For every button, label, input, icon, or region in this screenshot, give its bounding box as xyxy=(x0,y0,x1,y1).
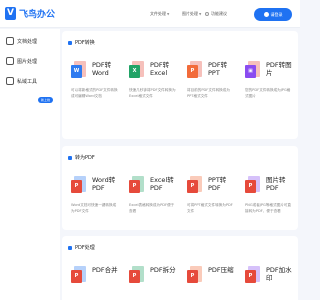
sidebar: 文档处理 图片处理 私域工具 新上线 xyxy=(0,29,60,300)
pdf-compress-icon: P xyxy=(187,266,203,286)
pdf-to-image-icon: ▣ xyxy=(245,61,261,81)
logo[interactable]: V 飞鸟办公 xyxy=(5,7,55,20)
pdf-split-icon: P xyxy=(129,266,145,286)
pdf-to-word-icon: W xyxy=(71,61,87,81)
user-icon xyxy=(263,12,269,17)
tool-description: 可以将新格式的PDF文件转换成可编辑Word文档 xyxy=(71,88,118,98)
tool-name: PDF转Excel xyxy=(150,61,170,77)
nav-label: 功能建议 xyxy=(211,11,227,16)
tool-name: PDF拆分 xyxy=(150,266,176,274)
tool-name: PDF加水印 xyxy=(266,266,292,282)
sidebar-item-image-processing[interactable]: 图片处理 xyxy=(6,57,37,65)
sidebar-item-label: 文档处理 xyxy=(17,38,38,45)
word-to-pdf-icon: P xyxy=(71,176,87,196)
image-icon xyxy=(6,57,14,65)
excel-to-pdf-icon: P xyxy=(129,176,145,196)
ppt-to-pdf-icon: P xyxy=(187,176,203,196)
image-to-pdf-icon: P xyxy=(245,176,261,196)
tools-icon xyxy=(6,77,14,85)
tool-description: PNG或者JPG等格式图片可直接转为PDF，便于查看 xyxy=(245,203,291,213)
login-label: 请登录 xyxy=(270,11,283,17)
pdf-watermark-icon: P xyxy=(245,266,261,286)
section-title-text: PDF转换 xyxy=(75,40,95,46)
tool-description: 将目前的PDF文件转换成为PPT格式文件 xyxy=(187,88,230,98)
tool-name: PDF合并 xyxy=(92,266,118,274)
logo-text: 飞鸟办公 xyxy=(19,10,56,20)
tool-description: 您的PDF文件转换成为JPG格式图片 xyxy=(245,88,291,98)
pdf-merge-icon: P xyxy=(71,266,87,286)
section-marker-icon xyxy=(68,155,72,160)
tool-name: PDF转Word xyxy=(92,61,112,77)
tool-name: Word转PDF xyxy=(92,176,116,192)
nav-label: 图片处理 xyxy=(182,11,198,16)
nav-feature-suggestion[interactable]: 功能建议 xyxy=(205,11,227,17)
login-button[interactable]: 请登录 xyxy=(254,8,292,21)
pdf-to-ppt-icon: P xyxy=(187,61,203,81)
section-title-text: 转为PDF xyxy=(75,155,95,161)
nav-image-processing[interactable]: 图片处理 ▼ xyxy=(182,11,201,17)
new-badge: 新上线 xyxy=(38,97,54,103)
sidebar-item-label: 私域工具 xyxy=(17,78,38,85)
section-convert-to-pdf: 转为PDF P Word转PDF Word文档可快速一键转换成为PDF文件 P … xyxy=(62,146,298,230)
tool-description: 快速几秒钟将PDF文件转换为Excel格式文件 xyxy=(129,88,176,98)
section-pdf-processing: PDF处理 P PDF合并 P PDF拆分 P PDF压缩 P PDF加水印 xyxy=(62,236,298,300)
sidebar-item-document-processing[interactable]: 文档处理 xyxy=(6,37,37,45)
tool-description: 可将PPT格式文件转换为PDF文件 xyxy=(187,203,233,213)
tool-name: PPT转PDF xyxy=(208,176,227,192)
section-title-text: PDF处理 xyxy=(75,245,95,251)
tool-name: Excel转PDF xyxy=(150,176,174,192)
tool-name: PDF转图片 xyxy=(266,61,292,77)
feedback-icon xyxy=(205,12,209,16)
section-title: PDF转换 xyxy=(68,39,95,46)
tool-description: Word文档可快速一键转换成为PDF文件 xyxy=(71,203,117,213)
document-icon xyxy=(6,37,14,45)
sidebar-item-private-tools[interactable]: 私域工具 xyxy=(6,77,37,85)
chevron-down-icon: ▼ xyxy=(167,12,170,16)
section-title: 转为PDF xyxy=(68,154,95,161)
top-navigation-bar: V 飞鸟办公 文件处理 ▼ 图片处理 ▼ 功能建议 请登录 xyxy=(0,0,300,28)
section-pdf-conversion: PDF转换 W PDF转Word 可以将新格式的PDF文件转换成可编辑Word文… xyxy=(62,31,298,139)
tool-name: PDF转PPT xyxy=(208,61,228,77)
section-title: PDF处理 xyxy=(68,244,95,251)
nav-file-processing[interactable]: 文件处理 ▼ xyxy=(150,11,169,17)
pdf-to-excel-icon: X xyxy=(129,61,145,81)
sidebar-item-label: 图片处理 xyxy=(17,58,38,65)
section-marker-icon xyxy=(68,40,72,45)
chevron-down-icon: ▼ xyxy=(199,12,202,16)
nav-label: 文件处理 xyxy=(150,11,166,16)
section-marker-icon xyxy=(68,245,72,250)
logo-icon: V xyxy=(5,7,16,20)
tool-name: 图片转PDF xyxy=(266,176,286,192)
tool-name: PDF压缩 xyxy=(208,266,234,274)
tool-description: Excel表格转换成为PDF便于查看 xyxy=(129,203,175,213)
